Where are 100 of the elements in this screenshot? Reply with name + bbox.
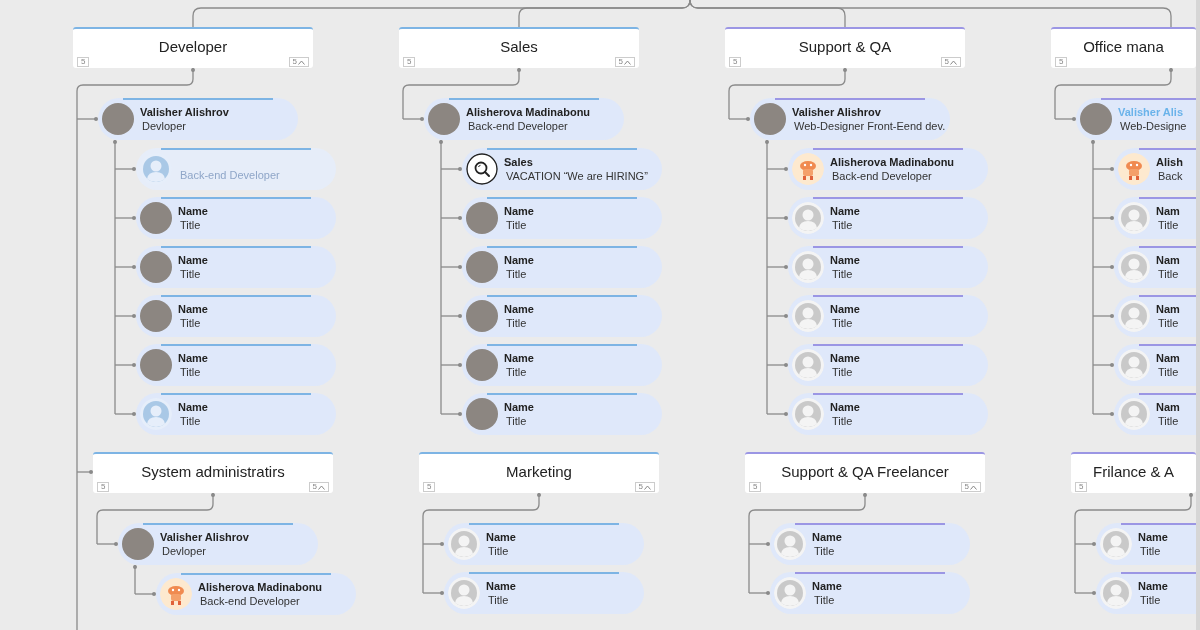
employee-name: Name [504,203,534,218]
mascot-icon [160,578,192,610]
collapse-button[interactable]: 5 [288,57,309,67]
employee-card[interactable]: Name Title [462,295,662,337]
department-title: Office mana [1082,38,1165,56]
job-title: Back-end Developer [831,168,933,184]
employee-name: Name [830,252,860,267]
employee-card[interactable]: Name Title [462,393,662,435]
department-header[interactable]: Marketing 5 5 [419,452,659,493]
department-header[interactable]: Support & QA 5 5 [725,27,965,68]
department-header[interactable]: Sales 5 5 [399,27,639,68]
employee-card[interactable]: Name Title [136,393,336,435]
job-title: Devloper [141,118,188,134]
employee-name: Nam [1156,350,1180,365]
employee-card[interactable]: Valisher Alishrov Web-Designer Front-Eend dev. [750,98,950,140]
department-title: Developer [157,38,229,56]
job-title: Title [831,217,854,233]
photo-placeholder [140,202,172,234]
caret-icon [950,59,957,65]
employee-name: Name [812,578,842,593]
count-badge: 5 [729,57,742,67]
person-silhouette-icon [774,577,806,609]
person-silhouette-icon [774,528,806,560]
employee-card[interactable]: Name Title [462,197,662,239]
employee-card[interactable]: Name Title [462,246,662,288]
employee-name: Name [504,399,534,414]
person-silhouette-icon [792,398,824,430]
collapse-button[interactable]: 5 [960,482,981,492]
employee-card[interactable]: Name Title [136,197,336,239]
job-title: Title [813,543,836,559]
employee-name: Name [1138,578,1168,593]
department-header[interactable]: Developer 5 5 [73,27,313,68]
person-silhouette-icon [792,251,824,283]
employee-card[interactable]: Valisher Alishrov Devloper [98,98,298,140]
employee-name: Name [830,203,860,218]
department-title: Marketing [505,463,573,481]
employee-name: Valisher Alishrov [160,529,249,544]
employee-card[interactable]: Name Title [444,523,644,565]
employee-card[interactable]: Name Title [788,197,988,239]
department-header[interactable]: System administratirs 5 5 [93,452,333,493]
job-title: Title [487,592,510,608]
job-title: Back-end Developer [179,167,280,183]
photo-placeholder [140,251,172,283]
employee-name: Sales [504,154,534,169]
person-silhouette-icon [140,153,172,185]
department-header[interactable]: Frilance & A 5 [1071,452,1196,493]
department-title: Sales [499,38,539,56]
employee-name: Name [178,203,208,218]
person-silhouette-icon [792,300,824,332]
department-title: Frilance & A [1092,463,1175,481]
caret-icon [298,59,305,65]
photo-placeholder [466,202,498,234]
employee-card[interactable]: Name Title [770,523,970,565]
photo-placeholder [1080,103,1112,135]
job-title: Title [505,315,528,331]
employee-name: Nam [1156,203,1180,218]
caret-icon [970,484,977,490]
photo-placeholder [466,398,498,430]
employee-name: Name [178,399,208,414]
person-silhouette-icon [792,349,824,381]
collapse-button[interactable]: 5 [308,482,329,492]
employee-card[interactable]: Name Title [136,295,336,337]
employee-card[interactable]: Name Title [788,344,988,386]
employee-card[interactable]: Name Title [770,572,970,614]
job-title: Title [1157,413,1180,429]
employee-card[interactable]: Name Title [136,246,336,288]
photo-placeholder [466,300,498,332]
count-badge: 5 [97,482,110,492]
collapse-button[interactable]: 5 [634,482,655,492]
employee-card[interactable]: Name Title [136,344,336,386]
department-header[interactable]: Support & QA Freelancer 5 5 [745,452,985,493]
employee-card[interactable]: Valisher Alishrov Devloper [118,523,318,565]
job-title: Title [831,364,854,380]
employee-card[interactable]: Name Title [788,295,988,337]
employee-name: Name [812,529,842,544]
employee-card[interactable]: Name Title [444,572,644,614]
department-header[interactable]: Office mana 5 [1051,27,1196,68]
person-silhouette-icon [1118,251,1150,283]
employee-card[interactable]: Name Title [462,344,662,386]
count-badge: 5 [423,482,436,492]
employee-card[interactable]: Alisherova Madinabonu Back-end Developer [424,98,624,140]
employee-card[interactable]: Sales VACATION “We are HIRING” [462,148,662,190]
job-title: Back-end Developer [467,118,569,134]
employee-card[interactable]: Name Title [788,393,988,435]
collapse-button[interactable]: 5 [940,57,961,67]
employee-name: Alisherova Madinabonu [830,154,955,169]
job-title: Title [1157,217,1180,233]
employee-card[interactable]: Alisherova Madinabonu Back-end Developer [788,148,988,190]
employee-card[interactable]: Alisherova Madinabonu Back-end Developer [156,573,356,615]
job-title: Title [1157,364,1180,380]
caret-icon [318,484,325,490]
job-title: Title [179,315,202,331]
employee-name: Alisherova Madinabonu [466,104,591,119]
employee-card[interactable]: Name Title [788,246,988,288]
person-silhouette-icon [1100,577,1132,609]
person-silhouette-icon [1100,528,1132,560]
collapse-button[interactable]: 5 [614,57,635,67]
employee-name: Name [830,301,860,316]
job-title: Devloper [161,543,208,559]
department-title: Support & QA [797,38,893,56]
